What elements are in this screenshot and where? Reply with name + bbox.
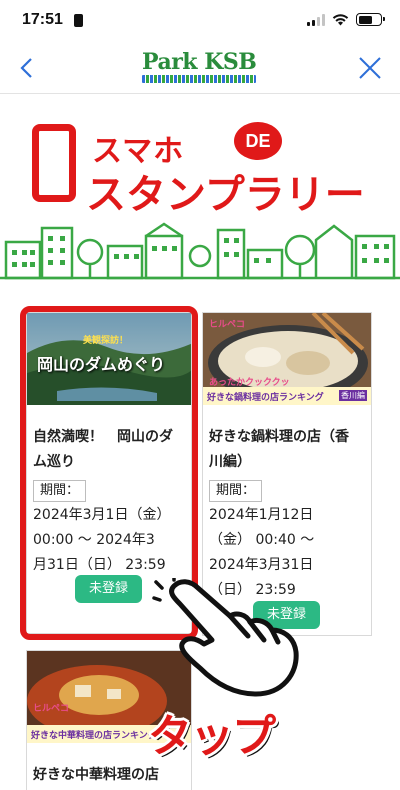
card-thumb-subtitle: 美観探訪！ xyxy=(83,336,129,346)
park-ksb-logo: Park KSB xyxy=(142,51,260,85)
logo-stripe xyxy=(142,75,256,83)
card-title: 好きな鍋料理の店（香 川編） xyxy=(209,429,349,470)
status-icons xyxy=(307,13,385,26)
stamp-rally-banner: スマホ DE スタンプラリー xyxy=(0,110,400,290)
card-thumb-tag: 香川編 xyxy=(339,390,367,401)
card-thumb-caption: 好きな鍋料理の店ランキング xyxy=(207,393,324,403)
card-thumb-brand: ヒルペコ xyxy=(33,704,70,714)
smartphone-icon xyxy=(32,124,76,202)
unregistered-button[interactable]: 未登録 xyxy=(75,575,143,603)
period-label: 期間： xyxy=(33,480,87,502)
card-thumb-caption: 岡山のダムめぐり xyxy=(37,355,166,374)
tap-label: タップ xyxy=(148,711,276,762)
wifi-icon xyxy=(332,14,349,26)
period-label: 期間： xyxy=(209,480,263,502)
battery-icon xyxy=(356,13,385,26)
lock-icon xyxy=(74,14,83,27)
card-thumbnail: 美観探訪！ 岡山のダムめぐり xyxy=(27,313,191,405)
card-thumb-subtitle: あったかクッククッ xyxy=(209,378,290,388)
logo-text-ksb: KSB xyxy=(204,49,257,75)
chevron-left-icon xyxy=(20,58,32,78)
app-header: Park KSB xyxy=(0,42,400,94)
card-thumb-caption: 好きな中華料理の店ランキング xyxy=(31,731,157,741)
close-icon xyxy=(359,57,381,79)
card-title: 自然満喫！ 岡山のダ ム巡り xyxy=(33,429,173,470)
pointing-hand-icon xyxy=(152,578,299,697)
card-thumbnail: ヒルペコ あったかクッククッ 好きな鍋料理の店ランキング 香川編 xyxy=(203,313,371,405)
card-thumb-brand: ヒルペコ xyxy=(209,320,246,330)
back-button[interactable] xyxy=(8,50,44,86)
status-bar: 17:51 xyxy=(0,0,400,42)
close-button[interactable] xyxy=(352,50,388,86)
status-time: 17:51 xyxy=(22,11,63,28)
logo-text-park: Park xyxy=(142,49,198,75)
cityscape-illustration xyxy=(0,222,400,280)
banner-de-badge: DE xyxy=(234,122,282,160)
period-text: 2024年3月1日（金） 00:00 ～ 2024年3 月31日（日） 23:5… xyxy=(33,507,171,573)
signal-icon xyxy=(307,13,325,26)
